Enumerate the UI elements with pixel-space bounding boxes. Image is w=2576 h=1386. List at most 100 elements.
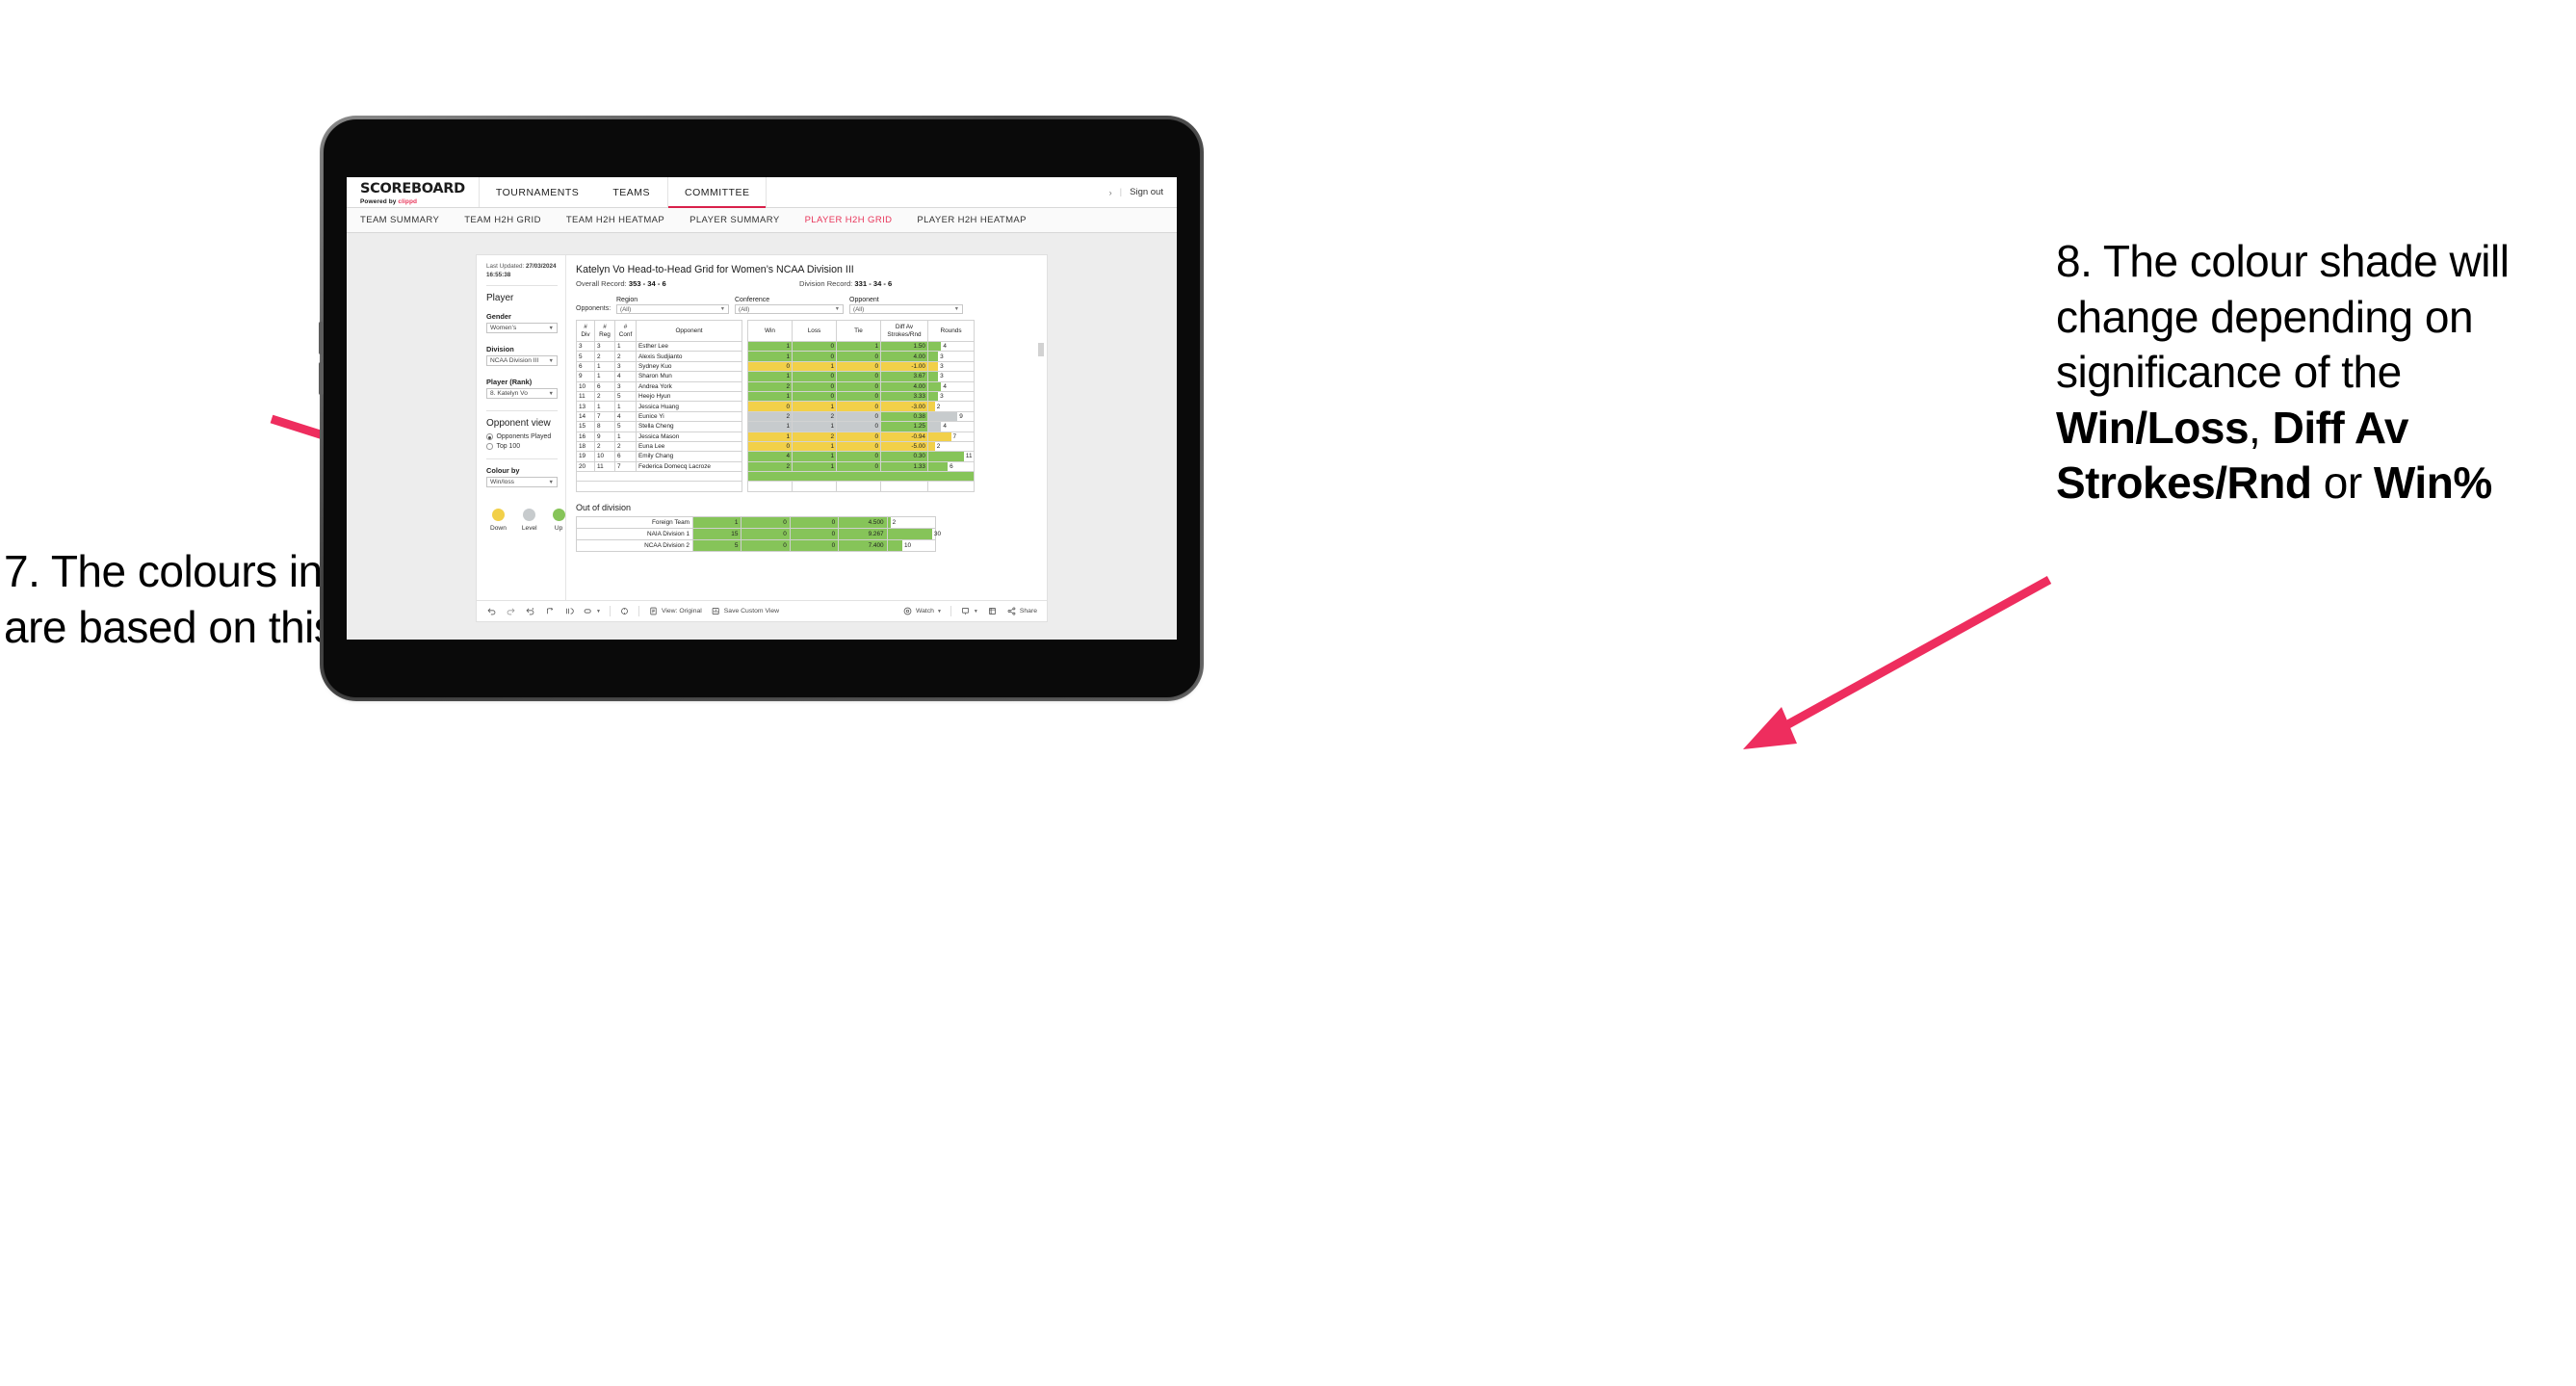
- cell-rounds-bar: 4: [927, 380, 975, 392]
- cell-opponent: Emily Chang: [636, 451, 742, 462]
- undo-icon[interactable]: [486, 606, 497, 616]
- cell-ood-loss: 0: [741, 515, 791, 529]
- chevron-down-icon: ▼: [548, 325, 554, 331]
- nav-item-teams[interactable]: TEAMS: [596, 177, 667, 207]
- subnav-item-team-h2h-heatmap[interactable]: TEAM H2H HEATMAP: [566, 215, 664, 225]
- table-row[interactable]: 9 1 4 Sharon Mun 1 0 0 3.67 3: [576, 371, 975, 382]
- rounds-value: 3: [940, 353, 944, 360]
- subnav-item-team-h2h-grid[interactable]: TEAM H2H GRID: [464, 215, 541, 225]
- fullscreen-icon[interactable]: [987, 606, 998, 616]
- redo-icon[interactable]: [506, 606, 516, 616]
- filter-opponent-select[interactable]: (All) ▼: [849, 304, 963, 314]
- table-row[interactable]: 5 2 2 Alexis Sudjianto 1 0 0 4.00 3: [576, 351, 975, 362]
- cell-loss: 0: [792, 340, 837, 353]
- grid-scrollbar[interactable]: [1038, 343, 1044, 356]
- cell-opponent: Eunice Yi: [636, 410, 742, 423]
- subnav-item-player-h2h-grid[interactable]: PLAYER H2H GRID: [805, 215, 893, 225]
- chevron-down-icon: ▼: [548, 479, 554, 485]
- table-empty-filler: [576, 481, 975, 492]
- viz-title: Katelyn Vo Head-to-Head Grid for Women’s…: [576, 264, 854, 275]
- nav-item-committee[interactable]: COMMITTEE: [666, 177, 768, 208]
- cell-tie: 0: [836, 440, 881, 453]
- colour-by-label: Colour by: [486, 466, 520, 475]
- cell-tie: 0: [836, 421, 881, 432]
- out-of-division-title: Out of division: [576, 502, 632, 512]
- cell-opponent: Andrea York: [636, 380, 742, 392]
- chevron-right-icon[interactable]: ›: [1109, 188, 1112, 197]
- division-select[interactable]: NCAA Division III ▼: [486, 355, 558, 366]
- cell-win: 1: [747, 340, 793, 353]
- sign-out-button[interactable]: Sign out: [1130, 187, 1163, 197]
- col-conf-l1: #: [623, 324, 628, 331]
- share-button[interactable]: Share: [1006, 606, 1037, 616]
- nav-item-tournaments[interactable]: TOURNAMENTS: [480, 177, 596, 207]
- cell-div: 11: [576, 390, 595, 403]
- shape-dropdown[interactable]: ▼: [583, 606, 601, 616]
- out-of-division-row[interactable]: NAIA Division 1 15 0 0 9.267 30: [576, 527, 941, 540]
- subnav-item-player-summary[interactable]: PLAYER SUMMARY: [690, 215, 779, 225]
- highlight-icon[interactable]: [619, 606, 630, 616]
- app-logo[interactable]: SCOREBOARD Powered by clippd: [347, 177, 480, 207]
- view-original-button[interactable]: View: Original: [648, 606, 702, 616]
- table-row[interactable]: 16 9 1 Jessica Mason 1 2 0 -0.94 7: [576, 431, 975, 442]
- cell-diff: 1.25: [880, 421, 928, 432]
- gender-select[interactable]: Women’s ▼: [486, 323, 558, 333]
- out-of-division-row[interactable]: NCAA Division 2 5 0 0 7.400 10: [576, 538, 937, 552]
- player-rank-label: Player (Rank): [486, 378, 533, 386]
- cell-win: 1: [747, 431, 793, 442]
- table-row[interactable]: 11 2 5 Heejo Hyun 1 0 0 3.33 3: [576, 390, 975, 403]
- watch-dropdown[interactable]: Watch ▼: [902, 606, 942, 616]
- table-row[interactable]: 19 10 6 Emily Chang 4 1 0 0.30 11: [576, 451, 975, 462]
- col-opponent: Opponent: [636, 320, 742, 342]
- save-custom-view-button[interactable]: Save Custom View: [711, 606, 779, 616]
- gender-label: Gender: [486, 312, 511, 321]
- sidebar-heading-opponent-view: Opponent view: [486, 418, 551, 429]
- filter-region-select[interactable]: (All) ▼: [616, 304, 729, 314]
- legend-item-up: Up: [552, 509, 565, 532]
- rounds-bar-fill: [928, 391, 939, 402]
- cell-ood-rounds-bar: 30: [886, 527, 941, 540]
- cell-ood-tie: 0: [789, 527, 840, 540]
- download-dropdown[interactable]: ▼: [960, 606, 978, 616]
- caret-down-icon: ▼: [936, 608, 942, 615]
- cell-ood-win: 5: [691, 538, 742, 552]
- filter-conference-select[interactable]: (All) ▼: [735, 304, 844, 314]
- table-row[interactable]: 15 8 5 Stella Cheng 1 1 0 1.25 4: [576, 421, 975, 432]
- cell-loss: 0: [792, 380, 837, 392]
- filter-opponent-title: Opponent: [849, 297, 879, 303]
- table-row[interactable]: 13 1 1 Jessica Huang 0 1 0 -3.00 2: [576, 401, 975, 412]
- subnav-item-player-h2h-heatmap[interactable]: PLAYER H2H HEATMAP: [917, 215, 1027, 225]
- table-row[interactable]: 3 3 1 Esther Lee 1 0 1 1.50 4: [576, 340, 975, 353]
- cell-win: 0: [747, 360, 793, 373]
- cell-loss: 0: [792, 390, 837, 403]
- division-record: Division Record: 331 - 34 - 6: [799, 279, 892, 288]
- division-record-value: 331 - 34 - 6: [854, 279, 893, 288]
- share-icon: [1007, 607, 1016, 615]
- legend-dot-down: [491, 509, 505, 521]
- radio-top-100[interactable]: Top 100: [486, 443, 558, 450]
- colour-by-select[interactable]: Win/loss ▼: [486, 477, 558, 487]
- cell-ood-rounds-bar: 2: [886, 515, 937, 529]
- gender-value: Women’s: [490, 325, 517, 331]
- refresh-icon[interactable]: [544, 606, 555, 616]
- app-top-bar: SCOREBOARD Powered by clippd TOURNAMENTS…: [347, 177, 1177, 208]
- table-row[interactable]: 10 6 3 Andrea York 2 0 0 4.00 4: [576, 380, 975, 392]
- out-of-division-row[interactable]: Foreign Team 1 0 0 4.500 2: [576, 515, 937, 529]
- filter-conference-value: (All): [739, 305, 750, 313]
- cell-conf: 3: [614, 360, 637, 373]
- col-rounds: Rounds: [927, 320, 975, 342]
- table-row[interactable]: 18 2 2 Euna Lee 0 1 0 -5.00 2: [576, 440, 975, 453]
- cell-diff: -1.00: [880, 360, 928, 373]
- table-row[interactable]: 14 7 4 Eunice Yi 2 2 0 0.38 9: [576, 410, 975, 423]
- subnav-item-team-summary[interactable]: TEAM SUMMARY: [360, 215, 439, 225]
- annotation-step-8-lead: 8. The colour shade will change dependin…: [2056, 236, 2510, 397]
- cell-div: 19: [576, 451, 595, 462]
- radio-opponents-played[interactable]: Opponents Played: [486, 433, 558, 440]
- tablet-volume-button-up: [319, 322, 324, 354]
- revert-icon[interactable]: [525, 606, 535, 616]
- cell-rounds-bar: 3: [927, 360, 975, 373]
- table-row[interactable]: 20 11 7 Federica Domecq Lacroze 2 1 0 1.33 6: [576, 460, 975, 473]
- player-rank-select[interactable]: 8. Katelyn Vo ▼: [486, 388, 558, 399]
- table-row[interactable]: 6 1 3 Sydney Kuo 0 1 0 -1.00 3: [576, 360, 975, 373]
- pause-icon[interactable]: [563, 606, 574, 616]
